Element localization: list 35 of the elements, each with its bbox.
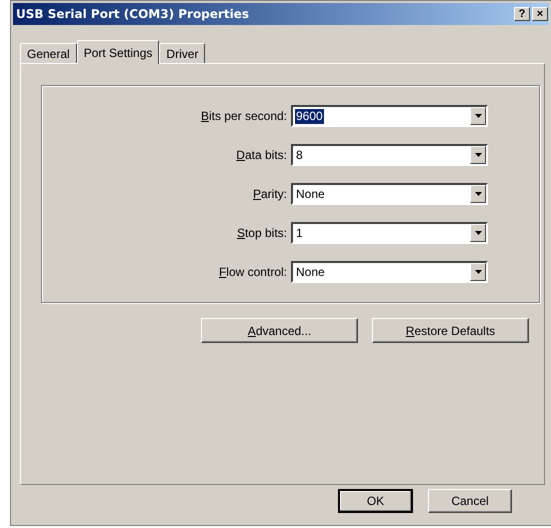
field-label: Bits per second:	[200, 108, 288, 125]
help-button[interactable]: ?	[514, 7, 530, 21]
dialog-button[interactable]: Cancel	[428, 489, 512, 513]
close-button[interactable]: ×	[532, 7, 548, 21]
dropdown-arrow-icon	[474, 153, 482, 157]
panel-button[interactable]: Restore Defaults	[372, 318, 529, 343]
dropdown-field[interactable]: None	[291, 261, 488, 283]
tab[interactable]: General	[20, 43, 77, 63]
field-value: None	[295, 264, 326, 280]
dropdown-field[interactable]: 8	[291, 144, 488, 166]
panel-button[interactable]: Advanced...	[201, 318, 358, 343]
dropdown-button[interactable]	[470, 107, 486, 125]
field-value: 1	[295, 226, 304, 240]
dropdown-field[interactable]: 1	[291, 222, 488, 244]
dropdown-arrow-icon	[474, 270, 482, 274]
field-value: 9600	[295, 108, 324, 124]
field-label: Parity:	[252, 186, 288, 203]
dropdown-button[interactable]	[470, 146, 486, 164]
dropdown-field[interactable]: None	[291, 183, 488, 205]
field-label: Data bits:	[235, 147, 288, 164]
tab[interactable]: Driver	[159, 43, 206, 63]
dropdown-arrow-icon	[474, 231, 482, 235]
dropdown-button[interactable]	[470, 224, 486, 242]
dropdown-arrow-icon	[474, 114, 482, 118]
window-title: USB Serial Port (COM3) Properties	[16, 6, 249, 23]
dropdown-button[interactable]	[470, 185, 486, 203]
field-value: None	[295, 186, 326, 202]
dropdown-arrow-icon	[474, 192, 482, 196]
dropdown-button[interactable]	[470, 263, 486, 281]
dropdown-field[interactable]: 9600	[291, 105, 488, 127]
field-label: Flow control:	[218, 264, 288, 281]
field-value: 8	[295, 148, 304, 162]
dialog-button[interactable]: OK	[338, 489, 413, 513]
field-label: Stop bits:	[236, 225, 288, 242]
tab[interactable]: Port Settings	[76, 40, 160, 64]
